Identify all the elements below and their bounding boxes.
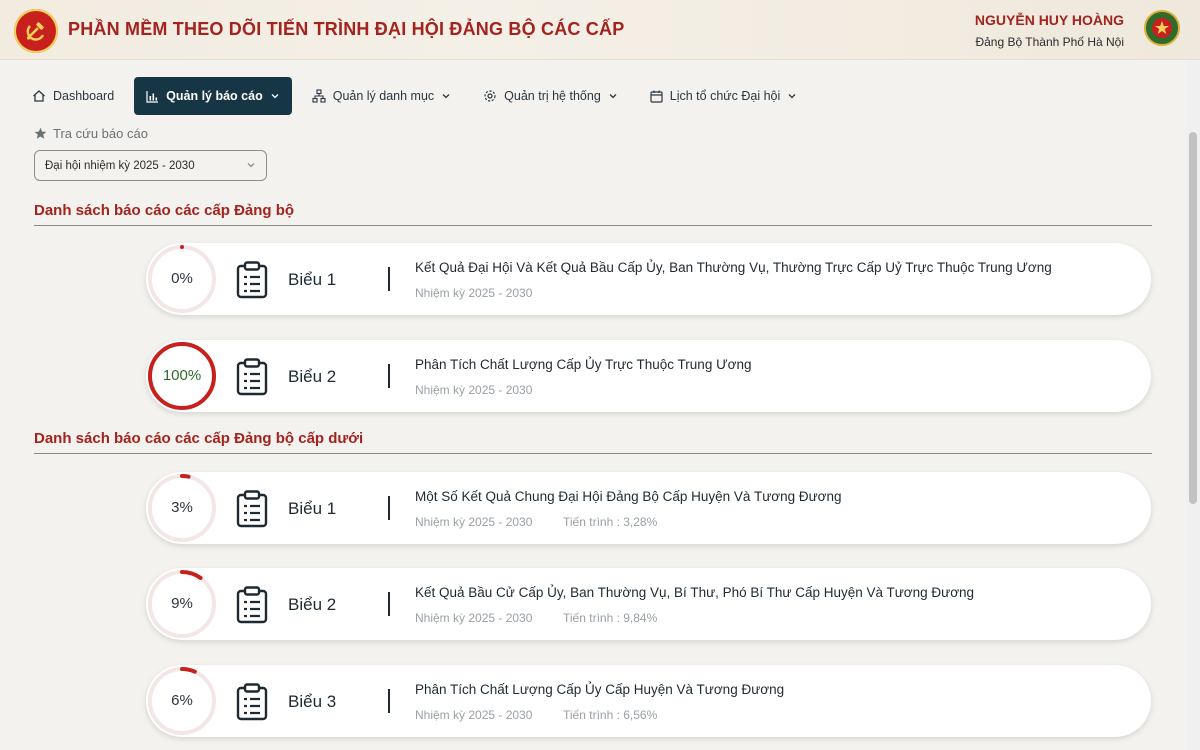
- chevron-down-icon: [271, 94, 279, 99]
- clipboard-icon: [236, 261, 268, 299]
- clipboard-icon: [236, 358, 268, 396]
- report-title: Kết Quả Bầu Cử Cấp Ủy, Ban Thường Vụ, Bí…: [415, 585, 975, 600]
- nav-system-admin[interactable]: Quản trị hệ thống: [471, 77, 630, 115]
- report-term: Nhiệm kỳ 2025 - 2030: [415, 286, 533, 300]
- report-term: Nhiệm kỳ 2025 - 2030: [415, 708, 533, 722]
- user-name[interactable]: NGUYỄN HUY HOÀNG: [975, 12, 1124, 28]
- nav-dashboard[interactable]: Dashboard: [20, 77, 126, 115]
- main-nav: Dashboard Quản lý báo cáo Quản lý danh m…: [20, 77, 817, 115]
- gear-icon: [484, 90, 496, 102]
- card-divider: [388, 267, 390, 291]
- nav-label: Quản lý báo cáo: [166, 89, 263, 103]
- progress-percent: 100%: [162, 367, 202, 384]
- calendar-icon: [650, 90, 663, 103]
- form-name: Biểu 2: [288, 595, 337, 614]
- report-card[interactable]: 6% Biểu 3 Phân Tích Chất Lượng Cấp Ủy Cấ…: [146, 665, 1151, 737]
- progress-percent: 0%: [171, 270, 193, 287]
- section-divider: [34, 225, 1152, 226]
- section-divider: [34, 453, 1152, 454]
- search-label: Tra cứu báo cáo: [34, 126, 148, 141]
- progress-percent: 6%: [171, 692, 193, 709]
- clipboard-icon: [236, 490, 268, 528]
- report-title: Một Số Kết Quả Chung Đại Hội Đảng Bộ Cấp…: [415, 489, 842, 504]
- clipboard-icon: [236, 683, 268, 721]
- scroll-thumb[interactable]: [1189, 132, 1197, 504]
- chart-icon: [146, 90, 159, 103]
- nav-congress-schedule[interactable]: Lịch tổ chức Đại hội: [638, 77, 810, 115]
- hierarchy-icon: [312, 89, 326, 103]
- report-title: Phân Tích Chất Lượng Cấp Ủy Trực Thuộc T…: [415, 357, 752, 372]
- user-org: Đảng Bộ Thành Phố Hà Nội: [975, 35, 1124, 49]
- chevron-down-icon: [788, 94, 796, 99]
- report-term: Nhiệm kỳ 2025 - 2030: [415, 515, 533, 529]
- nav-label: Lịch tổ chức Đại hội: [669, 89, 781, 103]
- report-term: Nhiệm kỳ 2025 - 2030: [415, 611, 533, 625]
- progress-percent: 9%: [171, 595, 193, 612]
- card-divider: [388, 496, 390, 520]
- report-card[interactable]: 100% Biểu 2 Phân Tích Chất Lượng Cấp Ủy …: [146, 340, 1151, 412]
- chevron-down-icon: [609, 94, 617, 99]
- app-title: PHẦN MỀM THEO DÕI TIẾN TRÌNH ĐẠI HỘI ĐẢN…: [68, 19, 625, 39]
- section-title: Danh sách báo cáo các cấp Đảng bộ cấp dư…: [34, 430, 364, 447]
- nav-label: Dashboard: [53, 89, 115, 103]
- report-progress: Tiến trình : 6,56%: [563, 708, 658, 722]
- form-name: Biểu 3: [288, 692, 337, 711]
- form-name: Biểu 2: [288, 367, 337, 386]
- app-header: PHẦN MỀM THEO DÕI TIẾN TRÌNH ĐẠI HỘI ĐẢN…: [0, 0, 1200, 60]
- report-term: Nhiệm kỳ 2025 - 2030: [415, 383, 533, 397]
- progress-percent: 3%: [171, 499, 193, 516]
- home-icon: [33, 90, 45, 102]
- card-divider: [388, 689, 390, 713]
- report-title: Kết Quả Đại Hội Và Kết Quả Bầu Cấp Ủy, B…: [415, 260, 1052, 275]
- form-name: Biểu 1: [288, 499, 337, 518]
- star-icon: [34, 127, 47, 139]
- section-title: Danh sách báo cáo các cấp Đảng bộ: [34, 202, 295, 219]
- term-select[interactable]: Đại hội nhiệm kỳ 2025 - 2030: [34, 150, 267, 181]
- chevron-down-icon: [442, 94, 450, 99]
- emblem-icon[interactable]: [1144, 10, 1180, 46]
- report-card[interactable]: 3% Biểu 1 Một Số Kết Quả Chung Đại Hội Đ…: [146, 472, 1151, 544]
- report-card[interactable]: 9% Biểu 2 Kết Quả Bầu Cử Cấp Ủy, Ban Thư…: [146, 568, 1151, 640]
- form-name: Biểu 1: [288, 270, 337, 289]
- term-select-value: Đại hội nhiệm kỳ 2025 - 2030: [45, 159, 195, 172]
- nav-label: Quản trị hệ thống: [504, 89, 601, 103]
- nav-category-management[interactable]: Quản lý danh mục: [300, 77, 463, 115]
- nav-report-management[interactable]: Quản lý báo cáo: [134, 77, 292, 115]
- report-title: Phân Tích Chất Lượng Cấp Ủy Cấp Huyện Và…: [415, 682, 785, 697]
- card-divider: [388, 364, 390, 388]
- chevron-down-icon: [247, 163, 255, 168]
- report-progress: Tiến trình : 3,28%: [563, 515, 658, 529]
- report-card[interactable]: 0% Biểu 1 Kết Quả Đại Hội Và Kết Quả Bầu…: [146, 243, 1151, 315]
- page-scrollbar[interactable]: [1186, 60, 1200, 750]
- party-logo-icon: [14, 9, 58, 53]
- nav-label: Quản lý danh mục: [332, 89, 435, 103]
- report-progress: Tiến trình : 9,84%: [563, 611, 658, 625]
- search-label-text: Tra cứu báo cáo: [53, 126, 148, 141]
- clipboard-icon: [236, 586, 268, 624]
- card-divider: [388, 592, 390, 616]
